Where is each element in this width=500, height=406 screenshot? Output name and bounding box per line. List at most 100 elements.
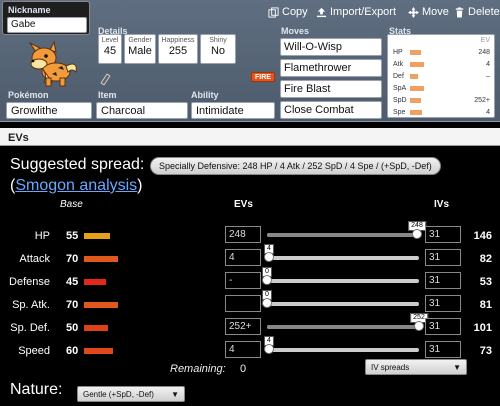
- gender-cell[interactable]: Gender Male: [124, 34, 156, 64]
- nickname-input[interactable]: Gabe: [7, 17, 87, 33]
- stat-bar: [410, 98, 421, 103]
- smogon-row: (Smogon analysis): [10, 177, 143, 195]
- gender-label: Gender: [128, 37, 152, 44]
- ev-slider[interactable]: 248: [267, 221, 426, 239]
- ev-slider[interactable]: 4: [264, 336, 419, 354]
- iv-input[interactable]: 31: [425, 272, 461, 289]
- chevron-down-icon: ▼: [171, 390, 179, 399]
- iv-input[interactable]: 31: [425, 226, 461, 243]
- stat-label: HP: [34, 230, 50, 242]
- base-stat-bar: [84, 302, 118, 308]
- ev-slider-handle[interactable]: [414, 321, 424, 331]
- base-stat-bar: [84, 256, 118, 262]
- stat-label: Sp. Atk.: [12, 299, 50, 311]
- copy-label: Copy: [282, 6, 308, 18]
- stats-box[interactable]: EV HP 248 Atk 4 Def – SpA SpD 252+ Spe 4: [387, 34, 495, 118]
- moves-header: Moves: [281, 26, 310, 36]
- stat-bar: [410, 50, 421, 55]
- ev-input[interactable]: 4: [225, 249, 261, 266]
- stat-name: HP: [393, 49, 403, 56]
- base-stat-bar: [84, 325, 108, 331]
- ev-slider-handle[interactable]: [264, 252, 274, 262]
- ability-field[interactable]: Intimidate: [191, 102, 275, 119]
- evs-section-header: EVs: [0, 128, 500, 146]
- item-field[interactable]: Charcoal: [96, 102, 188, 119]
- stat-total: 53: [479, 276, 492, 288]
- ev-slider-handle[interactable]: [262, 275, 272, 285]
- delete-label: Delete: [468, 6, 500, 18]
- stat-total: 81: [479, 299, 492, 311]
- details-box[interactable]: Level 45 Gender Male Happiness 255 Shiny…: [94, 34, 272, 64]
- base-stat-value: 55: [66, 230, 79, 242]
- import-export-button[interactable]: Import/Export: [316, 6, 396, 18]
- move-4-field[interactable]: Close Combat: [280, 101, 382, 119]
- set-panel: Nickname Gabe Copy Import/Export Move De…: [0, 0, 500, 122]
- stat-ev: 4: [486, 61, 490, 68]
- smogon-analysis-link[interactable]: Smogon analysis: [15, 177, 137, 194]
- stat-label: Sp. Def.: [10, 322, 50, 334]
- stat-ev: 4: [486, 109, 490, 116]
- ev-row: Attack 70 4 4 31 82: [0, 244, 500, 270]
- ev-slider-handle[interactable]: [264, 344, 274, 354]
- iv-input[interactable]: 31: [425, 249, 461, 266]
- ev-row: Defense 45 -0 31 53: [0, 267, 500, 293]
- level-label: Level: [101, 37, 119, 44]
- ev-slider-handle[interactable]: [412, 229, 422, 239]
- ev-slider-fill: [267, 233, 417, 237]
- iv-spreads-select[interactable]: IV spreads ▼: [365, 359, 467, 375]
- level-cell[interactable]: Level 45: [98, 34, 122, 64]
- ev-row: Sp. Def. 50 252+ 252 31 101: [0, 313, 500, 339]
- iv-input[interactable]: 31: [425, 341, 461, 358]
- ev-input[interactable]: 4: [225, 341, 261, 358]
- shiny-value: No: [210, 45, 226, 57]
- charcoal-item-icon: [100, 73, 111, 86]
- nature-select[interactable]: Gentle (+SpD, -Def) ▼: [77, 386, 185, 402]
- move-1-field[interactable]: Will-O-Wisp: [280, 38, 382, 56]
- ev-slider[interactable]: 0: [262, 290, 419, 308]
- move-2-field[interactable]: Flamethrower: [280, 59, 382, 77]
- base-stat-value: 50: [66, 322, 79, 334]
- pokemon-header: Pokémon: [8, 90, 49, 100]
- gender-value: Male: [128, 45, 152, 57]
- remaining-label: Remaining:: [170, 363, 226, 375]
- ev-input[interactable]: 252+: [225, 318, 261, 335]
- stat-total: 82: [479, 253, 492, 265]
- shiny-cell[interactable]: Shiny No: [200, 34, 236, 64]
- ev-slider-fill: [267, 325, 419, 329]
- ev-slider[interactable]: 4: [264, 244, 419, 262]
- stat-ev: 248: [478, 49, 490, 56]
- ev-input[interactable]: [225, 295, 261, 312]
- move-label: Move: [422, 6, 449, 18]
- copy-icon: [268, 6, 279, 18]
- suggested-spread-button[interactable]: Specially Defensive: 248 HP / 4 Atk / 25…: [150, 157, 441, 175]
- delete-button[interactable]: Delete: [454, 6, 500, 18]
- iv-input[interactable]: 31: [425, 318, 461, 335]
- fire-type-badge: FIRE: [251, 72, 275, 82]
- ev-input[interactable]: 248: [225, 226, 261, 243]
- move-3-field[interactable]: Fire Blast: [280, 80, 382, 98]
- copy-button[interactable]: Copy: [268, 6, 308, 18]
- trash-icon: [455, 6, 464, 18]
- happiness-cell[interactable]: Happiness 255: [158, 34, 198, 64]
- stat-ev: 252+: [474, 97, 490, 104]
- stat-ev: –: [486, 73, 490, 80]
- ev-slider[interactable]: 252: [267, 313, 428, 331]
- move-button[interactable]: Move: [408, 6, 449, 18]
- ev-slider[interactable]: 0: [262, 267, 419, 285]
- base-stat-bar: [84, 348, 113, 354]
- growlithe-sprite: [28, 40, 77, 87]
- nature-value: Gentle (+SpD, -Def): [83, 390, 154, 399]
- stat-row: Spe 4: [388, 107, 494, 120]
- ev-slider-handle[interactable]: [262, 298, 272, 308]
- ev-row: HP 55 248 248 31 146: [0, 221, 500, 247]
- ev-input[interactable]: -: [225, 272, 261, 289]
- iv-input[interactable]: 31: [425, 295, 461, 312]
- nickname-box: Nickname Gabe: [2, 1, 90, 35]
- pokemon-field[interactable]: Growlithe: [6, 102, 92, 119]
- nickname-label: Nickname: [8, 5, 51, 15]
- stat-name: Def: [393, 73, 404, 80]
- stat-bar: [410, 110, 422, 115]
- stats-ev-header: EV: [480, 37, 490, 44]
- stat-label: Attack: [19, 253, 50, 265]
- base-stat-value: 70: [66, 299, 79, 311]
